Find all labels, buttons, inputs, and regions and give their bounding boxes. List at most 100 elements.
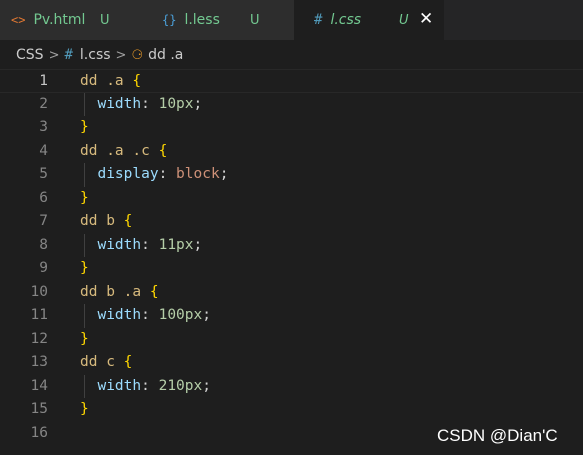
breadcrumb: CSS > # l.css > ⚆ dd .a: [0, 40, 583, 70]
code-token: ;: [193, 95, 203, 112]
code-token: {: [149, 283, 159, 300]
code-text: dd .a .c {: [80, 140, 167, 164]
watermark: CSDN @Dian'C: [437, 426, 558, 445]
breadcrumb-folder[interactable]: CSS: [16, 47, 44, 63]
tab-label: l.less: [184, 12, 220, 28]
code-token: :: [158, 166, 177, 182]
code-token: 10px: [158, 95, 194, 112]
code-line[interactable]: 11 width: 100px;: [0, 304, 583, 328]
indent-guide: [84, 92, 85, 116]
code-token: }: [80, 260, 89, 276]
code-text: }: [80, 257, 89, 281]
less-file-icon: {}: [162, 13, 177, 27]
code-token: 210px: [158, 377, 203, 394]
code-line[interactable]: 13 dd c {: [0, 351, 583, 375]
code-line[interactable]: 3}: [0, 116, 583, 140]
code-token: dd .a: [80, 73, 133, 89]
code-token: 11px: [158, 236, 194, 253]
code-token: dd b: [80, 213, 124, 229]
code-line[interactable]: 1 dd .a {: [0, 69, 583, 93]
untracked-badge: U: [100, 12, 110, 28]
line-number: 14: [30, 377, 48, 394]
breadcrumb-symbol[interactable]: dd .a: [148, 47, 183, 63]
line-number: 11: [30, 307, 48, 323]
code-text: }: [80, 398, 89, 422]
line-number: 16: [30, 424, 48, 441]
code-token: 100px: [158, 307, 203, 323]
code-text: width: 210px;: [80, 375, 211, 399]
code-token: block: [176, 166, 220, 182]
code-editor[interactable]: 1 dd .a {2 width: 10px; 3} 4 dd .a .c {5 dis…: [0, 68, 583, 455]
code-token: width: [97, 377, 142, 394]
html-file-icon: <>: [11, 13, 26, 27]
line-number: 6: [39, 189, 48, 206]
tab-label: l.css: [330, 12, 362, 28]
code-text: dd b {: [80, 210, 132, 234]
code-token: :: [141, 236, 159, 253]
code-token: ;: [219, 166, 229, 182]
code-line[interactable]: 8 width: 11px;: [0, 234, 583, 258]
code-line[interactable]: 6}: [0, 187, 583, 211]
code-token: {: [158, 142, 168, 159]
code-line[interactable]: 15}: [0, 398, 583, 422]
tab-pv-html[interactable]: <> Pv.html U: [0, 0, 147, 40]
tab-l-css[interactable]: # l.css U ✕: [294, 0, 444, 40]
code-line[interactable]: 7 dd b {: [0, 210, 583, 234]
code-text: width: 10px;: [80, 93, 202, 117]
code-token: :: [141, 377, 159, 394]
line-number: 13: [30, 354, 48, 370]
code-text: }: [80, 116, 89, 140]
code-token: dd .a .c: [80, 142, 159, 159]
code-token: {: [123, 213, 133, 229]
code-text: display: block;: [80, 163, 228, 187]
indent-guide: [84, 374, 85, 398]
code-text: }: [80, 187, 89, 211]
code-line[interactable]: 14 width: 210px;: [0, 375, 583, 399]
indent-guide: [84, 233, 85, 257]
code-token: :: [141, 307, 159, 323]
line-number: 4: [39, 142, 48, 159]
code-line[interactable]: 5 display: block;: [0, 163, 583, 187]
untracked-badge: U: [399, 12, 409, 28]
code-line[interactable]: 9}: [0, 257, 583, 281]
line-number: 3: [39, 119, 48, 135]
code-text: width: 11px;: [80, 234, 202, 258]
untracked-badge: U: [250, 12, 260, 28]
code-text: }: [80, 328, 89, 352]
code-line[interactable]: 4 dd .a .c {: [0, 140, 583, 164]
code-line[interactable]: 12}: [0, 328, 583, 352]
indent-guide: [84, 163, 85, 187]
code-text: dd .a {: [80, 70, 141, 94]
code-line[interactable]: 10 dd b .a {: [0, 281, 583, 305]
code-line[interactable]: 2 width: 10px;: [0, 93, 583, 117]
code-token: ;: [193, 236, 203, 253]
tab-l-less[interactable]: {} l.less U: [147, 0, 294, 40]
breadcrumb-file[interactable]: l.css: [80, 47, 111, 63]
code-text: width: 100px;: [80, 304, 211, 328]
code-token: {: [123, 354, 133, 370]
code-token: }: [80, 119, 89, 135]
indent-guide: [84, 304, 85, 328]
line-number: 9: [39, 260, 48, 276]
code-text: dd b .a {: [80, 281, 159, 305]
close-icon[interactable]: ✕: [419, 9, 433, 29]
line-number: 2: [39, 95, 48, 112]
code-token: dd c: [80, 354, 124, 370]
line-number: 1: [39, 73, 48, 89]
code-token: ;: [202, 307, 211, 323]
line-number: 15: [30, 401, 48, 417]
code-token: ;: [202, 377, 211, 394]
code-token: }: [80, 330, 89, 347]
code-token: :: [141, 95, 159, 112]
code-token: width: [97, 95, 142, 112]
code-token: width: [97, 307, 142, 323]
symbol-class-icon: ⚆: [131, 47, 144, 63]
code-token: }: [80, 401, 89, 417]
line-number: 8: [39, 236, 48, 253]
chevron-right-icon: >: [115, 47, 127, 63]
